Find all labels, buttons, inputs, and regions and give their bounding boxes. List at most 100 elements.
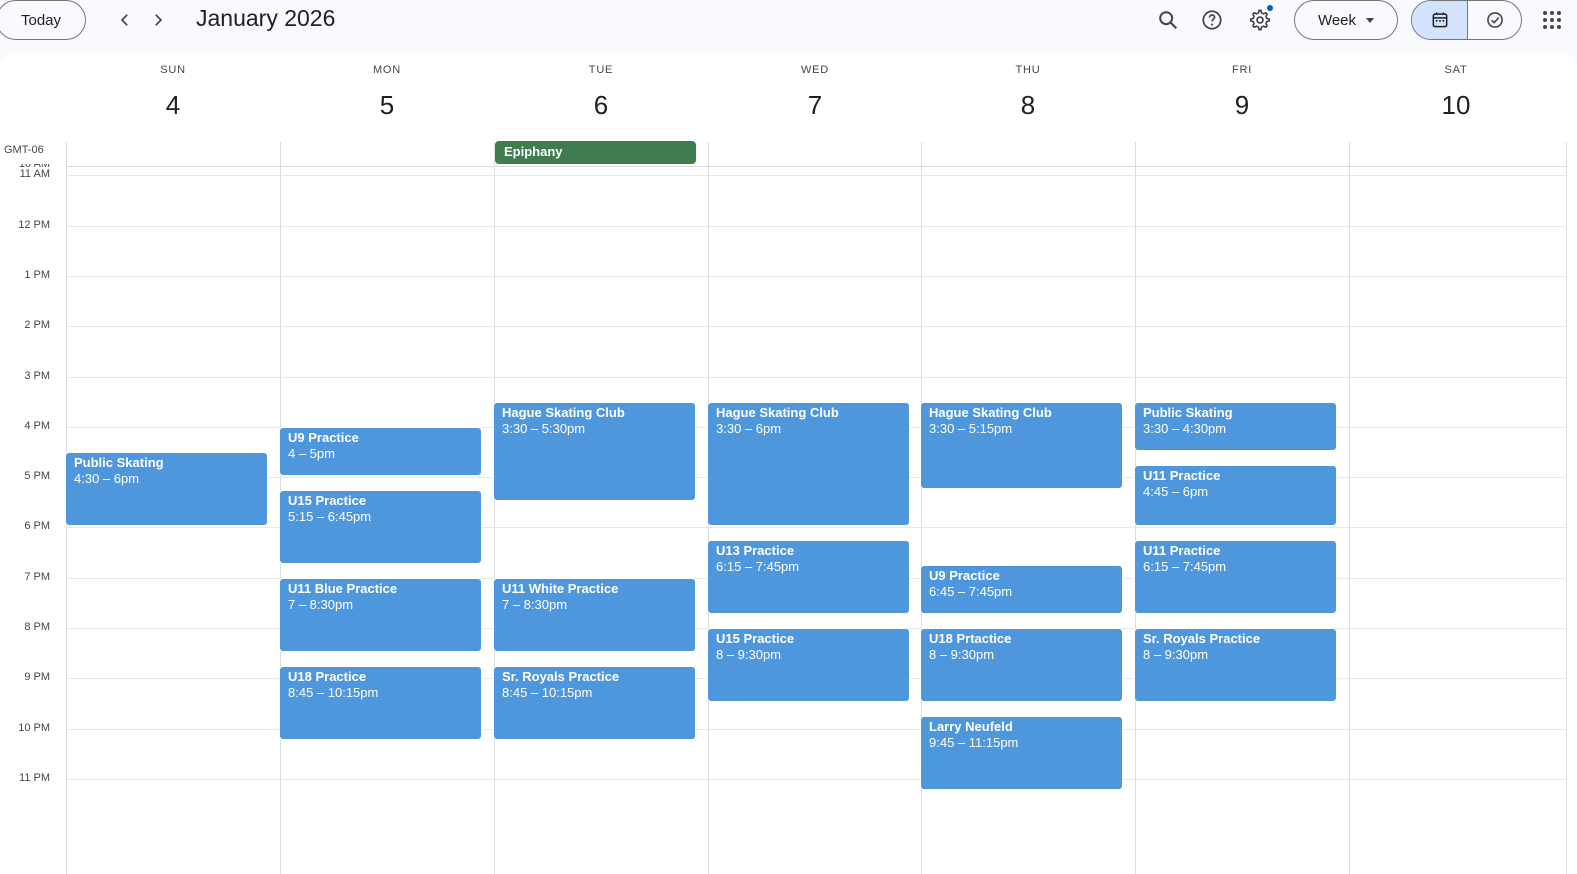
event-card[interactable]: U11 White Practice 7 – 8:30pm — [493, 577, 696, 653]
event-title: Hague Skating Club — [502, 404, 625, 420]
day-name: TUE — [588, 64, 614, 76]
day-number[interactable]: 8 — [921, 90, 1135, 121]
today-button[interactable]: Today — [0, 0, 86, 40]
event-card[interactable]: U15 Practice 5:15 – 6:45pm — [279, 489, 482, 565]
next-week-button[interactable] — [143, 4, 173, 36]
tasks-toggle[interactable] — [1468, 1, 1521, 39]
timezone-label: GMT-06 — [4, 144, 44, 156]
event-title: Sr. Royals Practice — [1143, 631, 1261, 646]
all-day-divider — [66, 166, 1566, 167]
event-title: Sr. Royals Practice — [502, 668, 620, 684]
column-divider — [1566, 142, 1567, 874]
event-time: 3:30 – 5:15pm — [929, 420, 1013, 436]
gear-icon — [1250, 9, 1270, 31]
event-card[interactable]: Larry Neufeld 9:45 – 11:15pm — [920, 716, 1123, 791]
view-selector[interactable]: Week — [1294, 0, 1398, 40]
hour-label: 6 PM — [24, 520, 50, 533]
calendar-toggle[interactable] — [1412, 1, 1468, 39]
month-title: January 2026 — [196, 5, 336, 31]
day-name: SUN — [160, 64, 186, 76]
event-time: 4:30 – 6pm — [74, 470, 140, 486]
day-number[interactable]: 9 — [1135, 90, 1349, 121]
all-day-event[interactable]: Epiphany — [495, 141, 696, 164]
event-title: U15 Practice — [716, 631, 795, 646]
event-title: Hague Skating Club — [929, 404, 1052, 420]
column-divider — [1349, 142, 1350, 874]
hour-label: 12 PM — [18, 218, 50, 231]
event-time: 3:30 – 6pm — [716, 420, 782, 436]
event-time: 3:30 – 4:30pm — [1143, 420, 1227, 436]
event-time: 6:45 – 7:45pm — [929, 584, 1013, 600]
event-title: U13 Practice — [716, 542, 795, 558]
hour-label: 9 PM — [24, 671, 50, 684]
event-title: U11 Practice — [1143, 542, 1221, 558]
column-divider — [494, 142, 495, 874]
apps-grid-icon — [1543, 11, 1561, 29]
help-button[interactable] — [1196, 5, 1228, 35]
event-card[interactable]: U11 Practice 4:45 – 6pm — [1134, 464, 1337, 527]
event-time: 7 – 8:30pm — [502, 596, 568, 612]
event-card[interactable]: U18 Practice 8:45 – 10:15pm — [279, 665, 482, 741]
hour-label: 2 PM — [24, 319, 50, 332]
day-name: FRI — [1231, 64, 1253, 76]
hour-gridline — [66, 376, 1566, 378]
event-title: U18 Prtactice — [929, 631, 1012, 646]
event-title: Hague Skating Club — [716, 404, 839, 420]
day-name: SAT — [1444, 64, 1468, 76]
app-switcher — [1411, 0, 1522, 40]
day-number[interactable]: 7 — [708, 90, 922, 121]
day-number[interactable]: 5 — [280, 90, 494, 121]
event-card[interactable]: U18 Prtactice 8 – 9:30pm — [920, 628, 1123, 703]
search-icon — [1159, 11, 1178, 30]
event-card[interactable]: U11 Practice 6:15 – 7:45pm — [1134, 539, 1337, 615]
hour-label: 3 PM — [24, 369, 50, 382]
event-time: 7 – 8:30pm — [288, 596, 354, 612]
event-card[interactable]: Sr. Royals Practice 8:45 – 10:15pm — [493, 665, 696, 741]
tasks-check-icon — [1486, 12, 1503, 28]
previous-week-button[interactable] — [110, 4, 140, 36]
event-card[interactable]: Hague Skating Club 3:30 – 5:15pm — [920, 401, 1123, 489]
event-card[interactable]: Sr. Royals Practice 8 – 9:30pm — [1134, 628, 1337, 703]
search-button[interactable] — [1152, 5, 1184, 35]
event-time: 8 – 9:30pm — [929, 647, 995, 662]
event-title: U18 Practice — [288, 668, 367, 684]
event-card[interactable]: U15 Practice 8 – 9:30pm — [707, 628, 910, 703]
settings-button[interactable] — [1244, 5, 1276, 35]
event-card[interactable]: U11 Blue Practice 7 – 8:30pm — [279, 577, 482, 653]
event-card[interactable]: U13 Practice 6:15 – 7:45pm — [707, 539, 910, 615]
hour-label: 4 PM — [24, 419, 50, 432]
day-number[interactable]: 4 — [66, 90, 280, 121]
hour-gridline — [66, 225, 1566, 227]
event-card[interactable]: Public Skating 4:30 – 6pm — [65, 451, 268, 527]
event-time: 6:15 – 7:45pm — [716, 558, 800, 574]
notification-dot — [1267, 5, 1273, 11]
event-title: U9 Practice — [929, 568, 1000, 584]
event-card[interactable]: U9 Practice 4 – 5pm — [279, 426, 482, 477]
event-title: U15 Practice — [288, 492, 367, 508]
day-name: MON — [372, 64, 402, 76]
chevron-right-icon — [155, 14, 163, 26]
event-card[interactable]: Public Skating 3:30 – 4:30pm — [1134, 401, 1337, 451]
event-title: U11 White Practice — [502, 580, 619, 596]
event-time: 8:45 – 10:15pm — [288, 684, 379, 700]
view-label: Week — [1317, 11, 1357, 29]
hour-gridline — [66, 275, 1566, 277]
event-time: 4:45 – 6pm — [1143, 483, 1209, 499]
event-title: U9 Practice — [288, 429, 359, 445]
event-card[interactable]: Hague Skating Club 3:30 – 5:30pm — [493, 401, 696, 502]
calendar-icon — [1432, 12, 1447, 28]
event-title: U11 Practice — [1143, 467, 1221, 483]
event-card[interactable]: Hague Skating Club 3:30 – 6pm — [707, 401, 910, 527]
event-time: 9:45 – 11:15pm — [929, 735, 1019, 751]
event-card[interactable]: U9 Practice 6:45 – 7:45pm — [920, 565, 1123, 615]
event-time: 3:30 – 5:30pm — [502, 420, 586, 436]
day-number[interactable]: 10 — [1349, 90, 1563, 121]
hour-gridline — [66, 326, 1566, 328]
day-number[interactable]: 6 — [494, 90, 708, 121]
event-title: Larry Neufeld — [929, 719, 1013, 735]
event-time: 5:15 – 6:45pm — [288, 508, 372, 524]
event-time: 8:45 – 10:15pm — [502, 684, 593, 700]
top-bar: Today January 2026 Week — [0, 0, 1577, 52]
apps-grid-button[interactable] — [1538, 6, 1566, 34]
event-title: U11 Blue Practice — [288, 580, 398, 596]
